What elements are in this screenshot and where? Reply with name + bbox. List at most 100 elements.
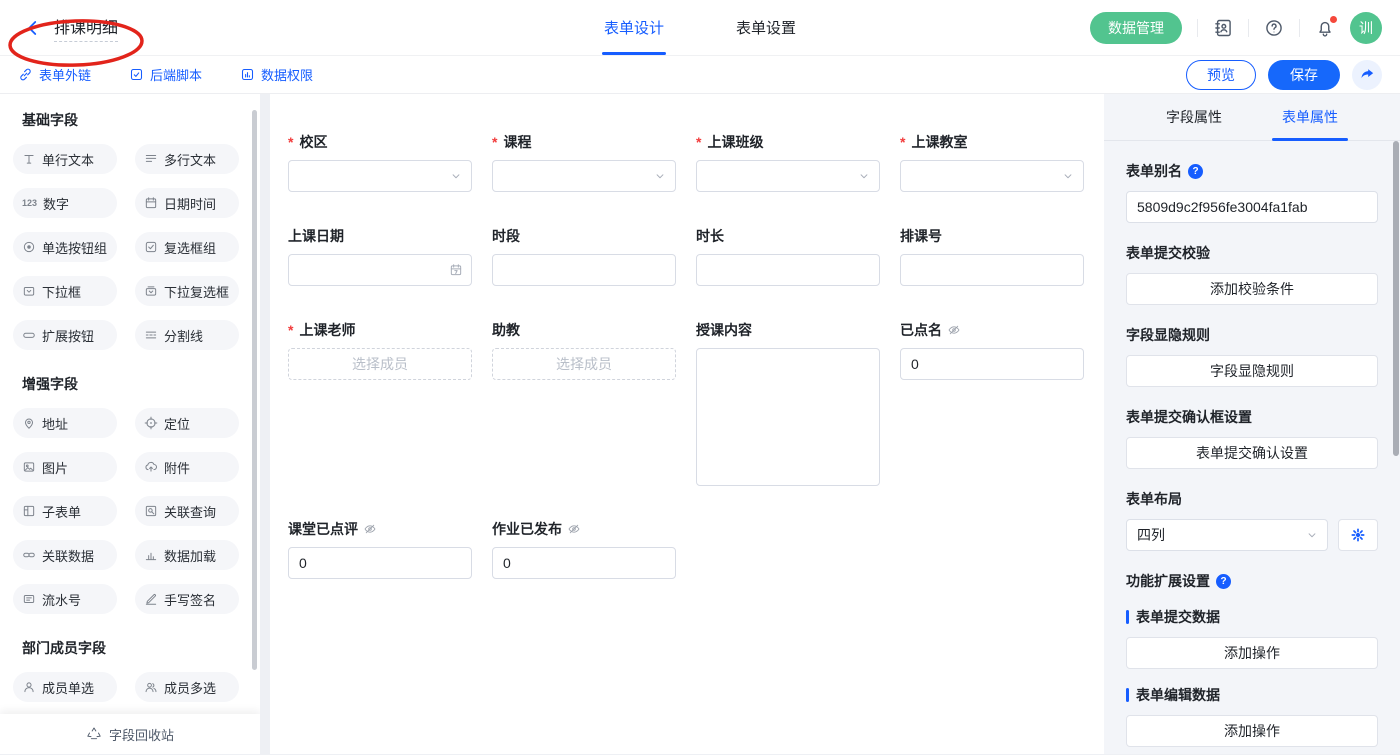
field-type-number[interactable]: 123数字 bbox=[13, 188, 117, 218]
field-assistant[interactable]: 助教 选择成员 bbox=[492, 320, 676, 380]
field-teaching-content[interactable]: 授课内容 bbox=[696, 320, 880, 489]
teacher-member-picker[interactable]: 选择成员 bbox=[288, 348, 472, 380]
assistant-member-picker[interactable]: 选择成员 bbox=[492, 348, 676, 380]
field-duration[interactable]: 时长 bbox=[696, 226, 880, 286]
button-icon bbox=[22, 328, 36, 342]
edit-data-add-action-button[interactable]: 添加操作 bbox=[1126, 715, 1378, 747]
number-123-icon: 123 bbox=[22, 198, 37, 208]
field-class[interactable]: *上课班级 bbox=[696, 132, 880, 192]
notification-bell-icon[interactable] bbox=[1315, 18, 1335, 38]
field-time-slot[interactable]: 时段 bbox=[492, 226, 676, 286]
save-button[interactable]: 保存 bbox=[1268, 60, 1340, 90]
class-select[interactable] bbox=[696, 160, 880, 192]
field-label: 时段 bbox=[492, 226, 520, 246]
avatar[interactable]: 训 bbox=[1350, 12, 1382, 44]
field-schedule-no[interactable]: 排课号 bbox=[900, 226, 1084, 286]
form-external-link[interactable]: 表单外链 bbox=[18, 65, 91, 84]
panel-scrollbar[interactable] bbox=[1393, 141, 1399, 456]
help-circle-icon[interactable] bbox=[1264, 18, 1284, 38]
field-course[interactable]: *课程 bbox=[492, 132, 676, 192]
field-campus[interactable]: *校区 bbox=[288, 132, 472, 192]
tab-form-settings[interactable]: 表单设置 bbox=[736, 0, 796, 55]
header-right: 数据管理 训 bbox=[1090, 12, 1400, 44]
form-alias-input[interactable] bbox=[1126, 191, 1378, 223]
backend-script-link[interactable]: 后端脚本 bbox=[129, 65, 202, 84]
field-label: 上课教室 bbox=[911, 132, 967, 152]
field-type-multi-select[interactable]: 下拉复选框 bbox=[135, 276, 239, 306]
field-visibility-button[interactable]: 字段显隐规则 bbox=[1126, 355, 1378, 387]
single-line-text-icon bbox=[22, 152, 36, 166]
contact-book-icon[interactable] bbox=[1213, 18, 1233, 38]
field-type-divider[interactable]: 分割线 bbox=[135, 320, 239, 350]
field-type-multi-line-text[interactable]: 多行文本 bbox=[135, 144, 239, 174]
add-validation-button[interactable]: 添加校验条件 bbox=[1126, 273, 1378, 305]
field-label: 上课日期 bbox=[288, 226, 344, 246]
field-type-single-line-text[interactable]: 单行文本 bbox=[13, 144, 117, 174]
class-reviewed-input[interactable] bbox=[288, 547, 472, 579]
submit-data-add-action-button[interactable]: 添加操作 bbox=[1126, 637, 1378, 669]
schedule-no-input[interactable] bbox=[900, 254, 1084, 286]
form-row: *上课老师 选择成员 助教 选择成员 授课内容 已点名 bbox=[288, 320, 1086, 489]
field-type-datetime[interactable]: 日期时间 bbox=[135, 188, 239, 218]
roll-called-input[interactable] bbox=[900, 348, 1084, 380]
field-type-extend-button[interactable]: 扩展按钮 bbox=[13, 320, 117, 350]
field-type-data-load[interactable]: 数据加载 bbox=[135, 540, 239, 570]
field-type-member-multi[interactable]: 成员多选 bbox=[135, 672, 239, 702]
field-type-address[interactable]: 地址 bbox=[13, 408, 117, 438]
field-type-geolocation[interactable]: 定位 bbox=[135, 408, 239, 438]
field-type-select[interactable]: 下拉框 bbox=[13, 276, 117, 306]
layout-settings-button[interactable] bbox=[1338, 519, 1378, 551]
field-type-related-query[interactable]: 关联查询 bbox=[135, 496, 239, 526]
field-type-signature[interactable]: 手写签名 bbox=[135, 584, 239, 614]
field-type-related-data[interactable]: 关联数据 bbox=[13, 540, 117, 570]
data-permission-link[interactable]: 数据权限 bbox=[240, 65, 313, 84]
submit-confirm-heading: 表单提交确认框设置 bbox=[1126, 407, 1378, 427]
field-class-date[interactable]: 上课日期 bbox=[288, 226, 472, 286]
help-icon[interactable]: ? bbox=[1216, 574, 1231, 589]
submit-confirm-button[interactable]: 表单提交确认设置 bbox=[1126, 437, 1378, 469]
tab-field-properties[interactable]: 字段属性 bbox=[1166, 94, 1222, 140]
field-class-reviewed[interactable]: 课堂已点评 bbox=[288, 519, 472, 579]
form-row: *校区 *课程 *上课班级 *上课教室 bbox=[288, 132, 1086, 192]
checkbox-icon bbox=[144, 240, 158, 254]
help-icon[interactable]: ? bbox=[1188, 164, 1203, 179]
field-label: 时长 bbox=[696, 226, 724, 246]
layout-select[interactable] bbox=[1126, 519, 1328, 551]
classroom-select[interactable] bbox=[900, 160, 1084, 192]
hidden-eye-icon bbox=[947, 323, 961, 337]
preview-button[interactable]: 预览 bbox=[1186, 60, 1256, 90]
duration-input[interactable] bbox=[696, 254, 880, 286]
field-teacher[interactable]: *上课老师 选择成员 bbox=[288, 320, 472, 380]
course-select[interactable] bbox=[492, 160, 676, 192]
signature-pen-icon bbox=[144, 592, 158, 606]
field-homework-published[interactable]: 作业已发布 bbox=[492, 519, 676, 579]
field-type-subform[interactable]: 子表单 bbox=[13, 496, 117, 526]
field-recycle-bin[interactable]: 字段回收站 bbox=[0, 714, 260, 754]
form-layout-heading: 表单布局 bbox=[1126, 489, 1378, 509]
tab-form-design[interactable]: 表单设计 bbox=[604, 0, 664, 55]
page-title[interactable]: 排课明细 bbox=[54, 14, 118, 42]
multi-select-icon bbox=[144, 284, 158, 298]
sidebar-scrollbar[interactable] bbox=[252, 110, 257, 670]
back-button[interactable] bbox=[24, 19, 42, 37]
field-classroom[interactable]: *上课教室 bbox=[900, 132, 1084, 192]
field-type-serial-number[interactable]: 流水号 bbox=[13, 584, 117, 614]
section-title-member-fields: 部门成员字段 bbox=[0, 638, 260, 658]
field-type-radio-group[interactable]: 单选按钮组 bbox=[13, 232, 117, 262]
divider bbox=[1248, 19, 1249, 37]
field-label: 助教 bbox=[492, 320, 520, 340]
field-roll-called[interactable]: 已点名 bbox=[900, 320, 1084, 380]
field-type-attachment[interactable]: 附件 bbox=[135, 452, 239, 482]
share-button[interactable] bbox=[1352, 60, 1382, 90]
class-date-input[interactable] bbox=[288, 254, 472, 286]
time-slot-input[interactable] bbox=[492, 254, 676, 286]
campus-select[interactable] bbox=[288, 160, 472, 192]
related-query-icon bbox=[144, 504, 158, 518]
data-manage-button[interactable]: 数据管理 bbox=[1090, 12, 1182, 44]
tab-form-properties[interactable]: 表单属性 bbox=[1282, 94, 1338, 140]
field-type-image[interactable]: 图片 bbox=[13, 452, 117, 482]
homework-published-input[interactable] bbox=[492, 547, 676, 579]
field-type-member-single[interactable]: 成员单选 bbox=[13, 672, 117, 702]
field-type-checkbox-group[interactable]: 复选框组 bbox=[135, 232, 239, 262]
teaching-content-textarea[interactable] bbox=[696, 348, 880, 486]
